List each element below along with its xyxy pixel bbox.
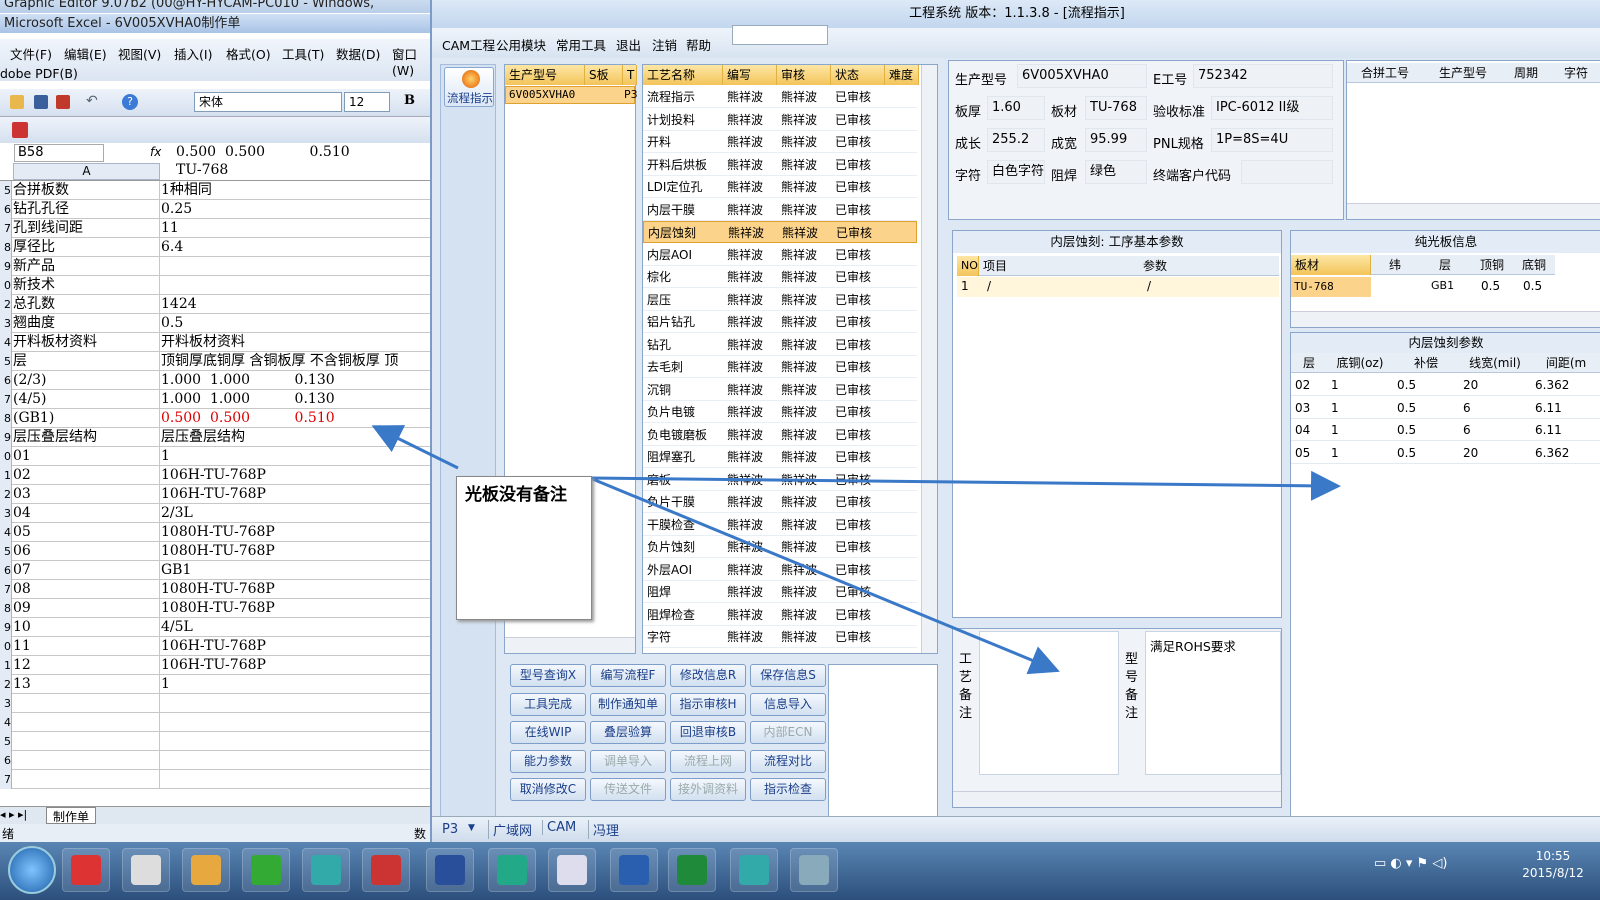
chrome-icon[interactable] (242, 848, 290, 892)
arrow-to-excel (371, 425, 459, 470)
clock-time: 10:55 (1535, 849, 1571, 863)
excel-icon[interactable] (668, 848, 716, 892)
eye-icon[interactable] (302, 848, 350, 892)
x-icon[interactable] (362, 848, 410, 892)
clock-date: 2015/8/12 (1522, 866, 1584, 880)
image-icon[interactable] (790, 848, 838, 892)
ie-icon[interactable] (62, 848, 110, 892)
clock[interactable]: 10:55 2015/8/12 (1518, 848, 1588, 882)
save-icon[interactable] (426, 848, 474, 892)
word-icon[interactable] (610, 848, 658, 892)
calculator-icon[interactable] (122, 848, 170, 892)
arrow-to-remark (589, 476, 1060, 675)
start-button[interactable] (8, 846, 56, 894)
f-icon[interactable] (488, 848, 536, 892)
notepad-icon[interactable] (548, 848, 596, 892)
callout-note: 光板没有备注 (456, 476, 592, 620)
taskbar: ▭ ◐ ▾ ⚑ ◁) 10:55 2015/8/12 (0, 842, 1600, 900)
annotation-arrows (371, 425, 1341, 675)
arrow-to-bare-board (589, 470, 1341, 501)
eye2-icon[interactable] (730, 848, 778, 892)
tray-icons[interactable]: ▭ ◐ ▾ ⚑ ◁) (1374, 856, 1447, 871)
shell-icon[interactable] (182, 848, 230, 892)
